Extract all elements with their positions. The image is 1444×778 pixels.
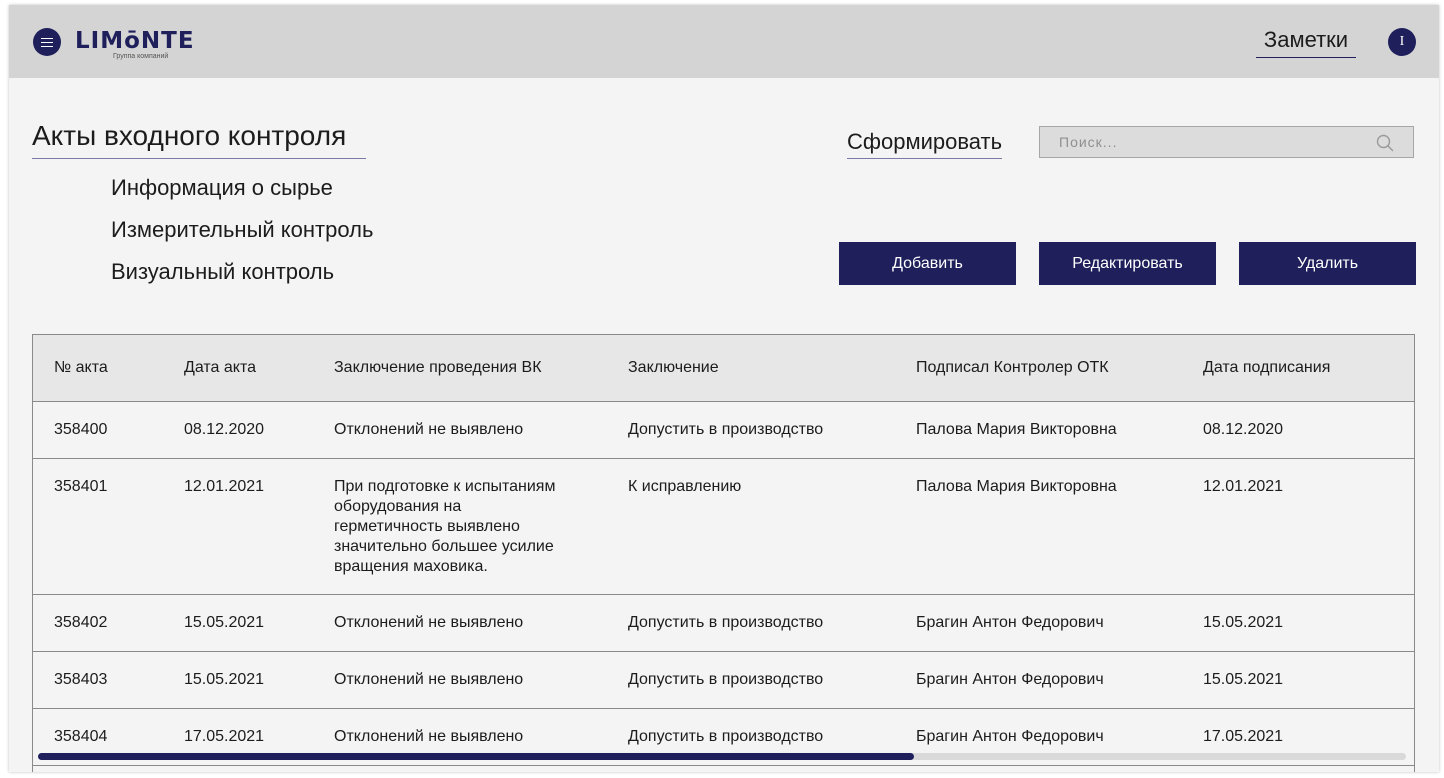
cell-sign-date: 15.05.2021 (1203, 613, 1284, 631)
notes-link[interactable]: Заметки (1256, 25, 1356, 58)
cell-act-date: 12.01.2021 (184, 477, 265, 495)
cell-act-date: 15.05.2021 (184, 613, 265, 631)
delete-button[interactable]: Удалить (1239, 242, 1416, 285)
logo-wordmark: LIMōNTE (75, 28, 195, 54)
cell-sign-date: 12.01.2021 (1203, 477, 1284, 495)
subnav-item-visual-control[interactable]: Визуальный контроль (111, 258, 334, 286)
column-header-sign-date[interactable]: Дата подписания (1182, 335, 1414, 401)
cell-sign-date: 15.05.2021 (1203, 670, 1284, 688)
search-box (1039, 126, 1414, 158)
cell-act-date: 08.12.2020 (184, 420, 265, 438)
menu-icon[interactable] (33, 28, 61, 56)
company-logo[interactable]: LIMōNTE Группа компаний (75, 27, 194, 63)
subnav-item-raw-material-info[interactable]: Информация о сырье (111, 174, 333, 202)
cell-act-number: 358402 (54, 613, 108, 631)
logo-subtitle: Группа компаний (113, 53, 169, 60)
acts-table: № акта Дата акта Заключение проведения В… (32, 334, 1415, 772)
user-avatar[interactable]: I (1388, 28, 1416, 56)
column-header-conclusion[interactable]: Заключение (607, 335, 895, 401)
cell-inspection-conclusion: При подготовке к испытаниям оборудования… (313, 458, 607, 594)
cell-inspection-conclusion: Отклонений не выявлено (334, 420, 524, 438)
add-button[interactable]: Добавить (839, 242, 1016, 285)
table-header-row: № акта Дата акта Заключение проведения В… (33, 335, 1414, 401)
cell-act-number: 358401 (54, 477, 108, 495)
cell-inspection-conclusion-text: При подготовке к испытаниям оборудования… (334, 477, 556, 575)
cell-signed-by: Палова Мария Викторовна (916, 420, 1117, 438)
column-header-inspection-conclusion[interactable]: Заключение проведения ВК (313, 335, 607, 401)
cell-conclusion: К исправлению (628, 477, 742, 495)
search-icon[interactable] (1375, 133, 1395, 153)
edit-button[interactable]: Редактировать (1039, 242, 1216, 285)
cell-signed-by: Брагин Антон Федорович (916, 613, 1104, 631)
app-window: LIMōNTE Группа компаний Заметки I Акты в… (9, 5, 1439, 772)
cell-act-number: 358400 (54, 420, 108, 438)
page-title: Акты входного контроля (32, 116, 366, 159)
cell-act-date: 15.05.2021 (184, 670, 265, 688)
column-header-act-date[interactable]: Дата акта (163, 335, 313, 401)
cell-signed-by: Брагин Антон Федорович (916, 670, 1104, 688)
column-header-signed-by[interactable]: Подписал Контролер ОТК (895, 335, 1182, 401)
cell-conclusion: Допустить в производство (628, 613, 824, 631)
table-row[interactable]: 358400 08.12.2020 Отклонений не выявлено… (33, 401, 1414, 458)
generate-link[interactable]: Сформировать (847, 127, 1003, 159)
cell-signed-by: Палова Мария Викторовна (916, 477, 1117, 495)
horizontal-scrollbar[interactable] (38, 753, 1406, 760)
table-row[interactable]: 358403 15.05.2021 Отклонений не выявлено… (33, 651, 1414, 708)
top-bar: LIMōNTE Группа компаний Заметки I (9, 5, 1439, 78)
cell-conclusion: Допустить в производство (628, 670, 824, 688)
cell-act-number: 358403 (54, 670, 108, 688)
horizontal-scrollbar-thumb[interactable] (38, 753, 914, 760)
table-row[interactable]: 358401 12.01.2021 При подготовке к испыт… (33, 458, 1414, 594)
cell-sign-date: 08.12.2020 (1203, 420, 1284, 438)
column-header-act-number[interactable]: № акта (33, 335, 163, 401)
table-row[interactable]: 358402 15.05.2021 Отклонений не выявлено… (33, 594, 1414, 651)
cell-inspection-conclusion: Отклонений не выявлено (334, 670, 524, 688)
search-input[interactable] (1040, 127, 1370, 157)
cell-inspection-conclusion: Отклонений не выявлено (334, 613, 524, 631)
cell-conclusion: Допустить в производство (628, 420, 824, 438)
subnav-item-measurement-control[interactable]: Измерительный контроль (111, 216, 373, 244)
